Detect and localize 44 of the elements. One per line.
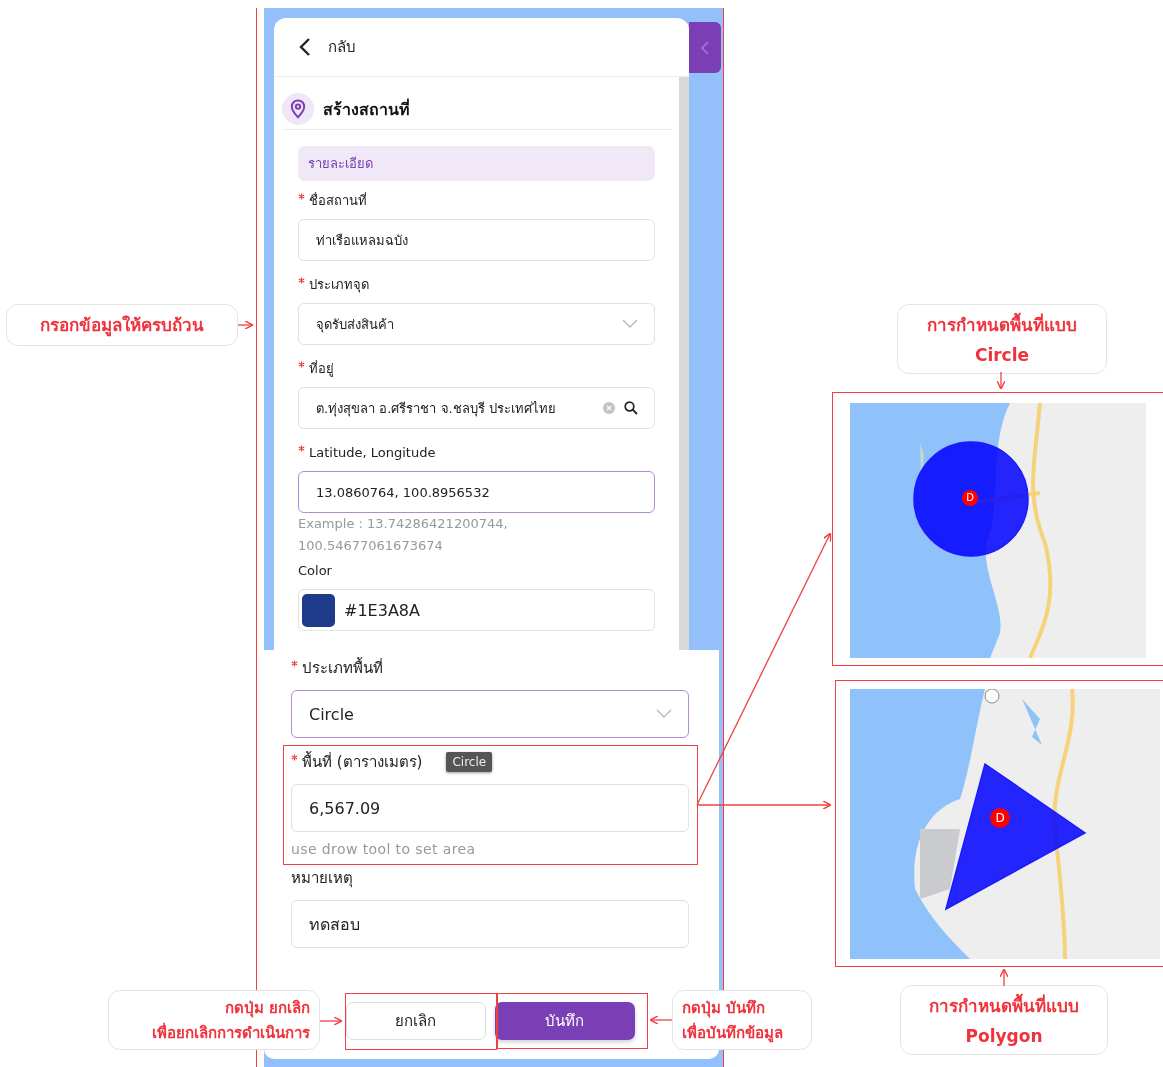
field-label: พื้นที่ (ตารางเมตร): [302, 750, 423, 773]
callout-label: กดปุ่ม บันทึก เพื่อบันทึกข้อมูล: [672, 990, 812, 1050]
back-icon: [298, 37, 312, 57]
helper-text: Example : 13.74286421200744, 100.54677061673674: [298, 515, 509, 555]
back-button[interactable]: กลับ: [298, 35, 356, 59]
helper-text: use drow tool to set area: [291, 840, 477, 859]
cancel-button[interactable]: ยกเลิก: [345, 1002, 486, 1040]
search-field[interactable]: ต.ทุ่งสุขลา อ.ศรีราชา จ.ชลบุรี ประเทศไทย: [298, 387, 655, 429]
scrollbar[interactable]: [679, 77, 689, 650]
collapse-button[interactable]: [689, 22, 721, 73]
color-field[interactable]: #1E3A8A: [298, 589, 655, 631]
search-icon: [624, 401, 638, 415]
field-label: ชื่อสถานที่: [309, 191, 367, 210]
leader-arrow: [996, 371, 1006, 390]
chevron-left-icon: [700, 39, 710, 56]
clear-icon: [603, 402, 615, 414]
field-label: Latitude, Longitude: [309, 444, 436, 460]
leader-arrow: [237, 320, 254, 330]
input-field[interactable]: 6,567.09: [291, 784, 689, 832]
tooltip: Circle: [446, 752, 493, 772]
page-title: สร้างสถานที่: [323, 97, 410, 121]
chevron-down-icon: [622, 319, 638, 329]
dropdown[interactable]: Circle: [291, 690, 689, 738]
location-pin-icon: [282, 93, 314, 125]
input-field[interactable]: ท่าเรือแหลมฉบัง: [298, 219, 655, 261]
save-button[interactable]: บันทึก: [494, 1002, 635, 1040]
leader-arrow: [649, 1015, 673, 1025]
leader-arrow: [319, 1016, 343, 1026]
field-label: ที่อยู่: [309, 359, 334, 379]
field-label: ประเภทจุด: [309, 275, 369, 295]
color-swatch[interactable]: [302, 593, 335, 627]
callout-label: การกำหนดพื้นที่แบบ Circle: [897, 304, 1107, 374]
callout-label: กดปุ่ม ยกเลิก เพื่อยกเลิกการดำเนินการ: [108, 990, 320, 1050]
input-field[interactable]: ทดสอบ: [291, 900, 689, 948]
callout-label: กรอกข้อมูลให้ครบถ้วน: [6, 304, 238, 346]
leader-arrow: [999, 968, 1009, 987]
input-field[interactable]: 13.0860764, 100.8956532: [298, 471, 655, 513]
callout-label: การกำหนดพื้นที่แบบ Polygon: [900, 985, 1108, 1055]
field-label: หมายเหตุ: [291, 868, 353, 890]
chevron-down-icon: [656, 709, 672, 719]
section-header: รายละเอียด: [298, 146, 655, 181]
field-label: ประเภทพื้นที่: [302, 656, 383, 679]
dropdown[interactable]: จุดรับส่งสินค้า: [298, 303, 655, 345]
field-label: Color: [298, 562, 332, 578]
